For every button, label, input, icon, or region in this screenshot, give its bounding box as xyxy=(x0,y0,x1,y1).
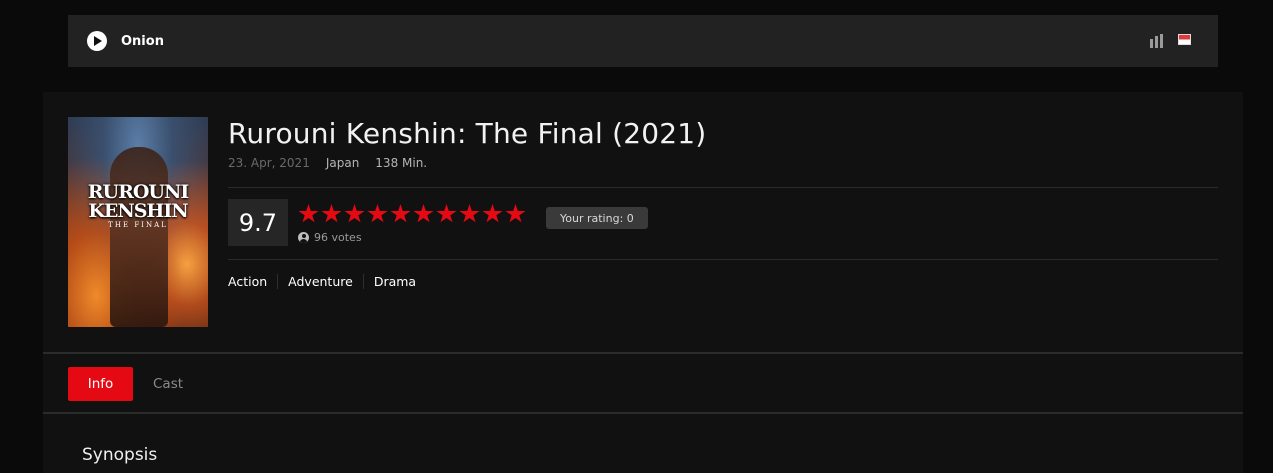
divider xyxy=(228,259,1218,260)
top-right-controls xyxy=(1150,33,1199,48)
genre-link[interactable]: Drama xyxy=(362,274,426,289)
section-divider xyxy=(43,352,1243,354)
star-icon[interactable] xyxy=(321,204,342,223)
poster-figure-silhouette xyxy=(110,147,168,327)
star-rating[interactable] xyxy=(298,203,526,225)
votes-text: 96 votes xyxy=(314,231,362,244)
tab-cast[interactable]: Cast xyxy=(153,376,183,392)
tab-info[interactable]: Info xyxy=(68,367,133,401)
your-rating-badge: Your rating: 0 xyxy=(546,207,648,229)
play-circle-icon xyxy=(87,31,107,51)
movie-info: Rurouni Kenshin: The Final (2021) 23. Ap… xyxy=(228,114,1218,289)
score-badge: 9.7 xyxy=(228,199,288,246)
rating-row: 9.7 96 votes Your rating: 0 xyxy=(228,188,1218,259)
genre-link[interactable]: Action xyxy=(228,274,277,289)
star-icon[interactable] xyxy=(413,204,434,223)
star-icon[interactable] xyxy=(344,204,365,223)
poster-title: RUROUNI KENSHIN xyxy=(87,181,190,222)
poster-subtitle: THE FINAL xyxy=(108,221,168,229)
flag-icon[interactable] xyxy=(1178,33,1191,45)
genre-link[interactable]: Adventure xyxy=(277,274,363,289)
site-name: Onion xyxy=(121,33,164,49)
star-icon[interactable] xyxy=(390,204,411,223)
stars-column: 96 votes xyxy=(298,199,526,244)
site-logo[interactable]: Onion xyxy=(87,31,164,51)
tab-bar: Info Cast xyxy=(68,367,183,401)
movie-meta: 23. Apr, 2021 Japan 138 Min. xyxy=(228,156,1218,170)
movie-detail-panel: RUROUNI KENSHIN THE FINAL Rurouni Kenshi… xyxy=(43,92,1243,473)
country: Japan xyxy=(325,156,360,170)
star-icon[interactable] xyxy=(436,204,457,223)
star-icon[interactable] xyxy=(459,204,480,223)
movie-title: Rurouni Kenshin: The Final (2021) xyxy=(228,117,707,150)
synopsis-heading: Synopsis xyxy=(82,445,158,465)
star-icon[interactable] xyxy=(482,204,503,223)
genre-list: Action Adventure Drama xyxy=(228,274,1218,289)
movie-poster: RUROUNI KENSHIN THE FINAL xyxy=(68,117,208,327)
runtime: 138 Min. xyxy=(375,156,428,170)
star-icon[interactable] xyxy=(505,204,526,223)
user-icon xyxy=(298,232,309,243)
section-divider xyxy=(43,412,1243,414)
star-icon[interactable] xyxy=(298,204,319,223)
top-navigation-bar: Onion xyxy=(68,15,1218,67)
star-icon[interactable] xyxy=(367,204,388,223)
vote-count: 96 votes xyxy=(298,231,526,244)
signal-bars-icon[interactable] xyxy=(1150,34,1163,48)
release-date: 23. Apr, 2021 xyxy=(228,156,310,170)
